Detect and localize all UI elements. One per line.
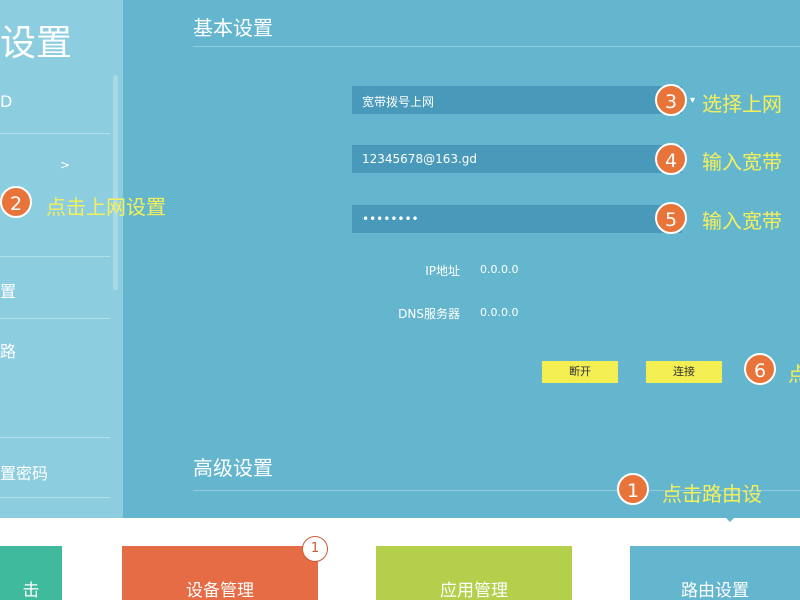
step-badge-6: 6 xyxy=(744,353,776,385)
main-panel: 基本设置 高级设置 xyxy=(123,0,800,518)
sidebar-divider xyxy=(0,497,110,498)
password-input[interactable]: •••••••• xyxy=(352,205,682,233)
step-note-4: 输入宽带 xyxy=(702,150,782,174)
step-badge-5: 5 xyxy=(655,202,687,234)
active-tab-pointer xyxy=(720,512,740,522)
chevron-right-icon: > xyxy=(60,158,71,172)
ip-value: 0.0.0.0 xyxy=(480,263,519,276)
sidebar-divider xyxy=(0,318,110,319)
dns-value: 0.0.0.0 xyxy=(480,306,519,319)
sidebar-divider xyxy=(0,133,110,134)
advanced-settings-title[interactable]: 高级设置 xyxy=(193,452,273,481)
sidebar-item-router[interactable]: 路 xyxy=(0,338,112,362)
sidebar: 设置 D > 置 路 置密码 xyxy=(0,0,123,518)
sidebar-item-d[interactable]: D xyxy=(0,92,112,111)
step-badge-3: 3 xyxy=(655,84,687,116)
step-note-3: 选择上网 xyxy=(702,92,782,116)
connect-button[interactable]: 连接 xyxy=(646,361,722,383)
nav-tab-router-settings[interactable]: 路由设置 xyxy=(630,546,800,600)
step-note-5: 输入宽带 xyxy=(702,209,782,233)
ip-label: IP地址 xyxy=(425,264,460,278)
sidebar-divider xyxy=(0,256,110,257)
nav-tab-device-management[interactable]: 设备管理 xyxy=(122,546,318,600)
basic-settings-title: 基本设置 xyxy=(193,16,273,40)
step-badge-2: 2 xyxy=(0,186,32,218)
sidebar-title: 设置 xyxy=(0,23,73,64)
dns-label: DNS服务器 xyxy=(398,307,460,321)
step-badge-1: 1 xyxy=(617,473,649,505)
sidebar-scrollbar[interactable] xyxy=(113,75,118,290)
disconnect-button[interactable]: 断开 xyxy=(542,361,618,383)
account-input[interactable]: 12345678@163.gd xyxy=(352,145,682,173)
sidebar-item-password[interactable]: 置密码 xyxy=(0,460,112,484)
sidebar-item-settings[interactable]: 置 xyxy=(0,278,112,302)
connection-type-select[interactable]: 宽带拨号上网 xyxy=(352,86,682,114)
nav-tab-app-management[interactable]: 应用管理 xyxy=(376,546,572,600)
sidebar-divider xyxy=(0,437,110,438)
step-note-2: 点击上网设置 xyxy=(46,195,166,219)
step-note-1: 点击路由设 xyxy=(662,482,762,506)
device-count-badge: 1 xyxy=(302,536,328,562)
chevron-down-icon: ▾ xyxy=(690,95,696,106)
nav-tab-0[interactable]: 击 xyxy=(0,546,62,600)
section-divider xyxy=(193,46,800,47)
step-note-6: 点 xyxy=(788,362,800,386)
step-badge-4: 4 xyxy=(655,143,687,175)
